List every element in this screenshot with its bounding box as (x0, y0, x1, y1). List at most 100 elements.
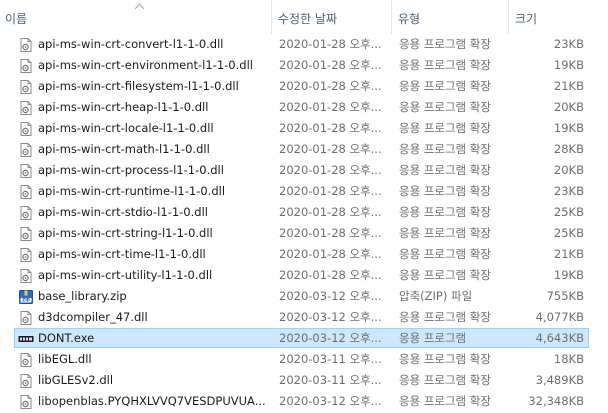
file-modified-date: 2020-03-11 오후... (279, 352, 382, 366)
dll-file-icon (18, 310, 34, 326)
file-name: api-ms-win-crt-math-l1-1-0.dll (38, 142, 210, 156)
column-header-size[interactable]: 크기 (510, 0, 590, 34)
dll-file-icon (18, 205, 34, 221)
dll-file-icon (18, 37, 34, 53)
file-modified-date: 2020-01-28 오후... (279, 100, 382, 114)
file-name: api-ms-win-crt-heap-l1-1-0.dll (38, 100, 209, 114)
file-type: 응용 프로그램 확장 (399, 163, 491, 177)
dll-file-icon (18, 226, 34, 242)
file-type: 응용 프로그램 확장 (399, 142, 491, 156)
dll-file-icon (18, 121, 34, 137)
file-name: api-ms-win-crt-locale-l1-1-0.dll (38, 121, 214, 135)
file-type: 응용 프로그램 확장 (399, 205, 491, 219)
file-size: 19KB (553, 121, 584, 135)
file-modified-date: 2020-01-28 오후... (279, 226, 382, 240)
file-type: 응용 프로그램 확장 (399, 310, 491, 324)
file-type: 응용 프로그램 확장 (399, 58, 491, 72)
file-row[interactable]: libEGL.dll 2020-03-11 오후... 응용 프로그램 확장 18KB (0, 349, 608, 370)
file-modified-date: 2020-03-12 오후... (279, 394, 382, 408)
file-modified-date: 2020-01-28 오후... (279, 163, 382, 177)
file-row[interactable]: api-ms-win-crt-filesystem-l1-1-0.dll 2020… (0, 76, 608, 97)
file-modified-date: 2020-01-28 오후... (279, 121, 382, 135)
file-size: 755KB (546, 289, 584, 303)
file-name: api-ms-win-crt-string-l1-1-0.dll (38, 226, 213, 240)
file-row[interactable]: api-ms-win-crt-locale-l1-1-0.dll 2020-01-… (0, 118, 608, 139)
file-row[interactable]: api-ms-win-crt-time-l1-1-0.dll 2020-01-28… (0, 244, 608, 265)
dll-file-icon (18, 184, 34, 200)
file-modified-date: 2020-01-28 오후... (279, 58, 382, 72)
file-row[interactable]: ZIP base_library.zip 2020-03-12 오후... 압축(ZI… (0, 286, 608, 307)
file-size: 23KB (553, 37, 584, 51)
file-type: 응용 프로그램 확장 (399, 268, 491, 282)
file-name: libGLESv2.dll (38, 373, 114, 387)
dll-file-icon (18, 247, 34, 263)
file-type: 응용 프로그램 확장 (399, 226, 491, 240)
dll-file-icon (18, 79, 34, 95)
file-size: 4,643KB (535, 331, 584, 345)
file-type: 응용 프로그램 (399, 331, 467, 345)
file-name: libEGL.dll (38, 352, 92, 366)
file-type: 응용 프로그램 확장 (399, 121, 491, 135)
file-size: 18KB (553, 352, 584, 366)
file-name: api-ms-win-crt-stdio-l1-1-0.dll (38, 205, 208, 219)
file-size: 28KB (553, 142, 584, 156)
dll-file-icon (18, 352, 34, 368)
file-row[interactable]: api-ms-win-crt-utility-l1-1-0.dll 2020-01… (0, 265, 608, 286)
file-type: 압축(ZIP) 파일 (399, 289, 473, 303)
file-row[interactable]: api-ms-win-crt-convert-l1-1-0.dll 2020-01… (0, 34, 608, 55)
file-modified-date: 2020-03-12 오후... (279, 331, 382, 345)
vertical-scrollbar[interactable] (591, 0, 608, 413)
file-name: libopenblas.PYQHXLVVQ7VESDPUVUA... (38, 394, 266, 408)
column-header-type[interactable]: 유형 (393, 0, 508, 34)
dll-file-icon (18, 58, 34, 74)
column-divider[interactable] (391, 0, 392, 34)
file-size: 3,489KB (535, 373, 584, 387)
file-size: 25KB (553, 226, 584, 240)
file-row[interactable]: libopenblas.PYQHXLVVQ7VESDPUVUA... 2020-0… (0, 391, 608, 412)
file-row[interactable]: api-ms-win-crt-process-l1-1-0.dll 2020-01… (0, 160, 608, 181)
file-row[interactable]: api-ms-win-crt-stdio-l1-1-0.dll 2020-01-2… (0, 202, 608, 223)
file-modified-date: 2020-01-28 오후... (279, 268, 382, 282)
file-size: 20KB (553, 163, 584, 177)
file-name: api-ms-win-crt-runtime-l1-1-0.dll (38, 184, 226, 198)
file-size: 25KB (553, 205, 584, 219)
file-type: 응용 프로그램 확장 (399, 79, 491, 93)
file-type: 응용 프로그램 확장 (399, 37, 491, 51)
file-modified-date: 2020-01-28 오후... (279, 184, 382, 198)
file-name: api-ms-win-crt-environment-l1-1-0.dll (38, 58, 253, 72)
file-size: 19KB (553, 268, 584, 282)
column-header-date[interactable]: 수정한 날짜 (273, 0, 391, 34)
dll-file-icon (18, 394, 34, 410)
dll-file-icon (18, 100, 34, 116)
file-name: api-ms-win-crt-time-l1-1-0.dll (38, 247, 206, 261)
exe-file-icon (18, 331, 34, 347)
file-row[interactable]: api-ms-win-crt-heap-l1-1-0.dll 2020-01-28… (0, 97, 608, 118)
file-modified-date: 2020-03-11 오후... (279, 373, 382, 387)
svg-text:ZIP: ZIP (22, 298, 30, 303)
file-modified-date: 2020-01-28 오후... (279, 142, 382, 156)
zip-file-icon: ZIP (18, 289, 34, 305)
file-name: DONT.exe (38, 331, 95, 345)
file-type: 응용 프로그램 확장 (399, 352, 491, 366)
file-row[interactable]: api-ms-win-crt-math-l1-1-0.dll 2020-01-28… (0, 139, 608, 160)
dll-file-icon (18, 163, 34, 179)
file-modified-date: 2020-03-12 오후... (279, 310, 382, 324)
file-modified-date: 2020-01-28 오후... (279, 205, 382, 219)
column-divider[interactable] (271, 0, 272, 34)
file-row[interactable]: api-ms-win-crt-string-l1-1-0.dll 2020-01-… (0, 223, 608, 244)
file-name: api-ms-win-crt-utility-l1-1-0.dll (38, 268, 213, 282)
file-name: base_library.zip (38, 289, 127, 303)
file-row[interactable]: DONT.exe 2020-03-12 오후... 응용 프로그램 4,643KB (0, 328, 608, 349)
file-row[interactable]: libGLESv2.dll 2020-03-11 오후... 응용 프로그램 확장 3… (0, 370, 608, 391)
file-size: 4,077KB (535, 310, 584, 324)
file-row[interactable]: api-ms-win-crt-runtime-l1-1-0.dll 2020-01… (0, 181, 608, 202)
file-size: 20KB (553, 100, 584, 114)
column-header-bar: 이름 수정한 날짜 유형 크기 (0, 0, 608, 34)
file-row[interactable]: api-ms-win-crt-environment-l1-1-0.dll 202… (0, 55, 608, 76)
file-type: 응용 프로그램 확장 (399, 394, 491, 408)
file-type: 응용 프로그램 확장 (399, 247, 491, 261)
column-divider[interactable] (508, 0, 509, 34)
file-row[interactable]: d3dcompiler_47.dll 2020-03-12 오후... 응용 프로그… (0, 307, 608, 328)
column-header-name[interactable]: 이름 (0, 0, 271, 34)
dll-file-icon (18, 142, 34, 158)
